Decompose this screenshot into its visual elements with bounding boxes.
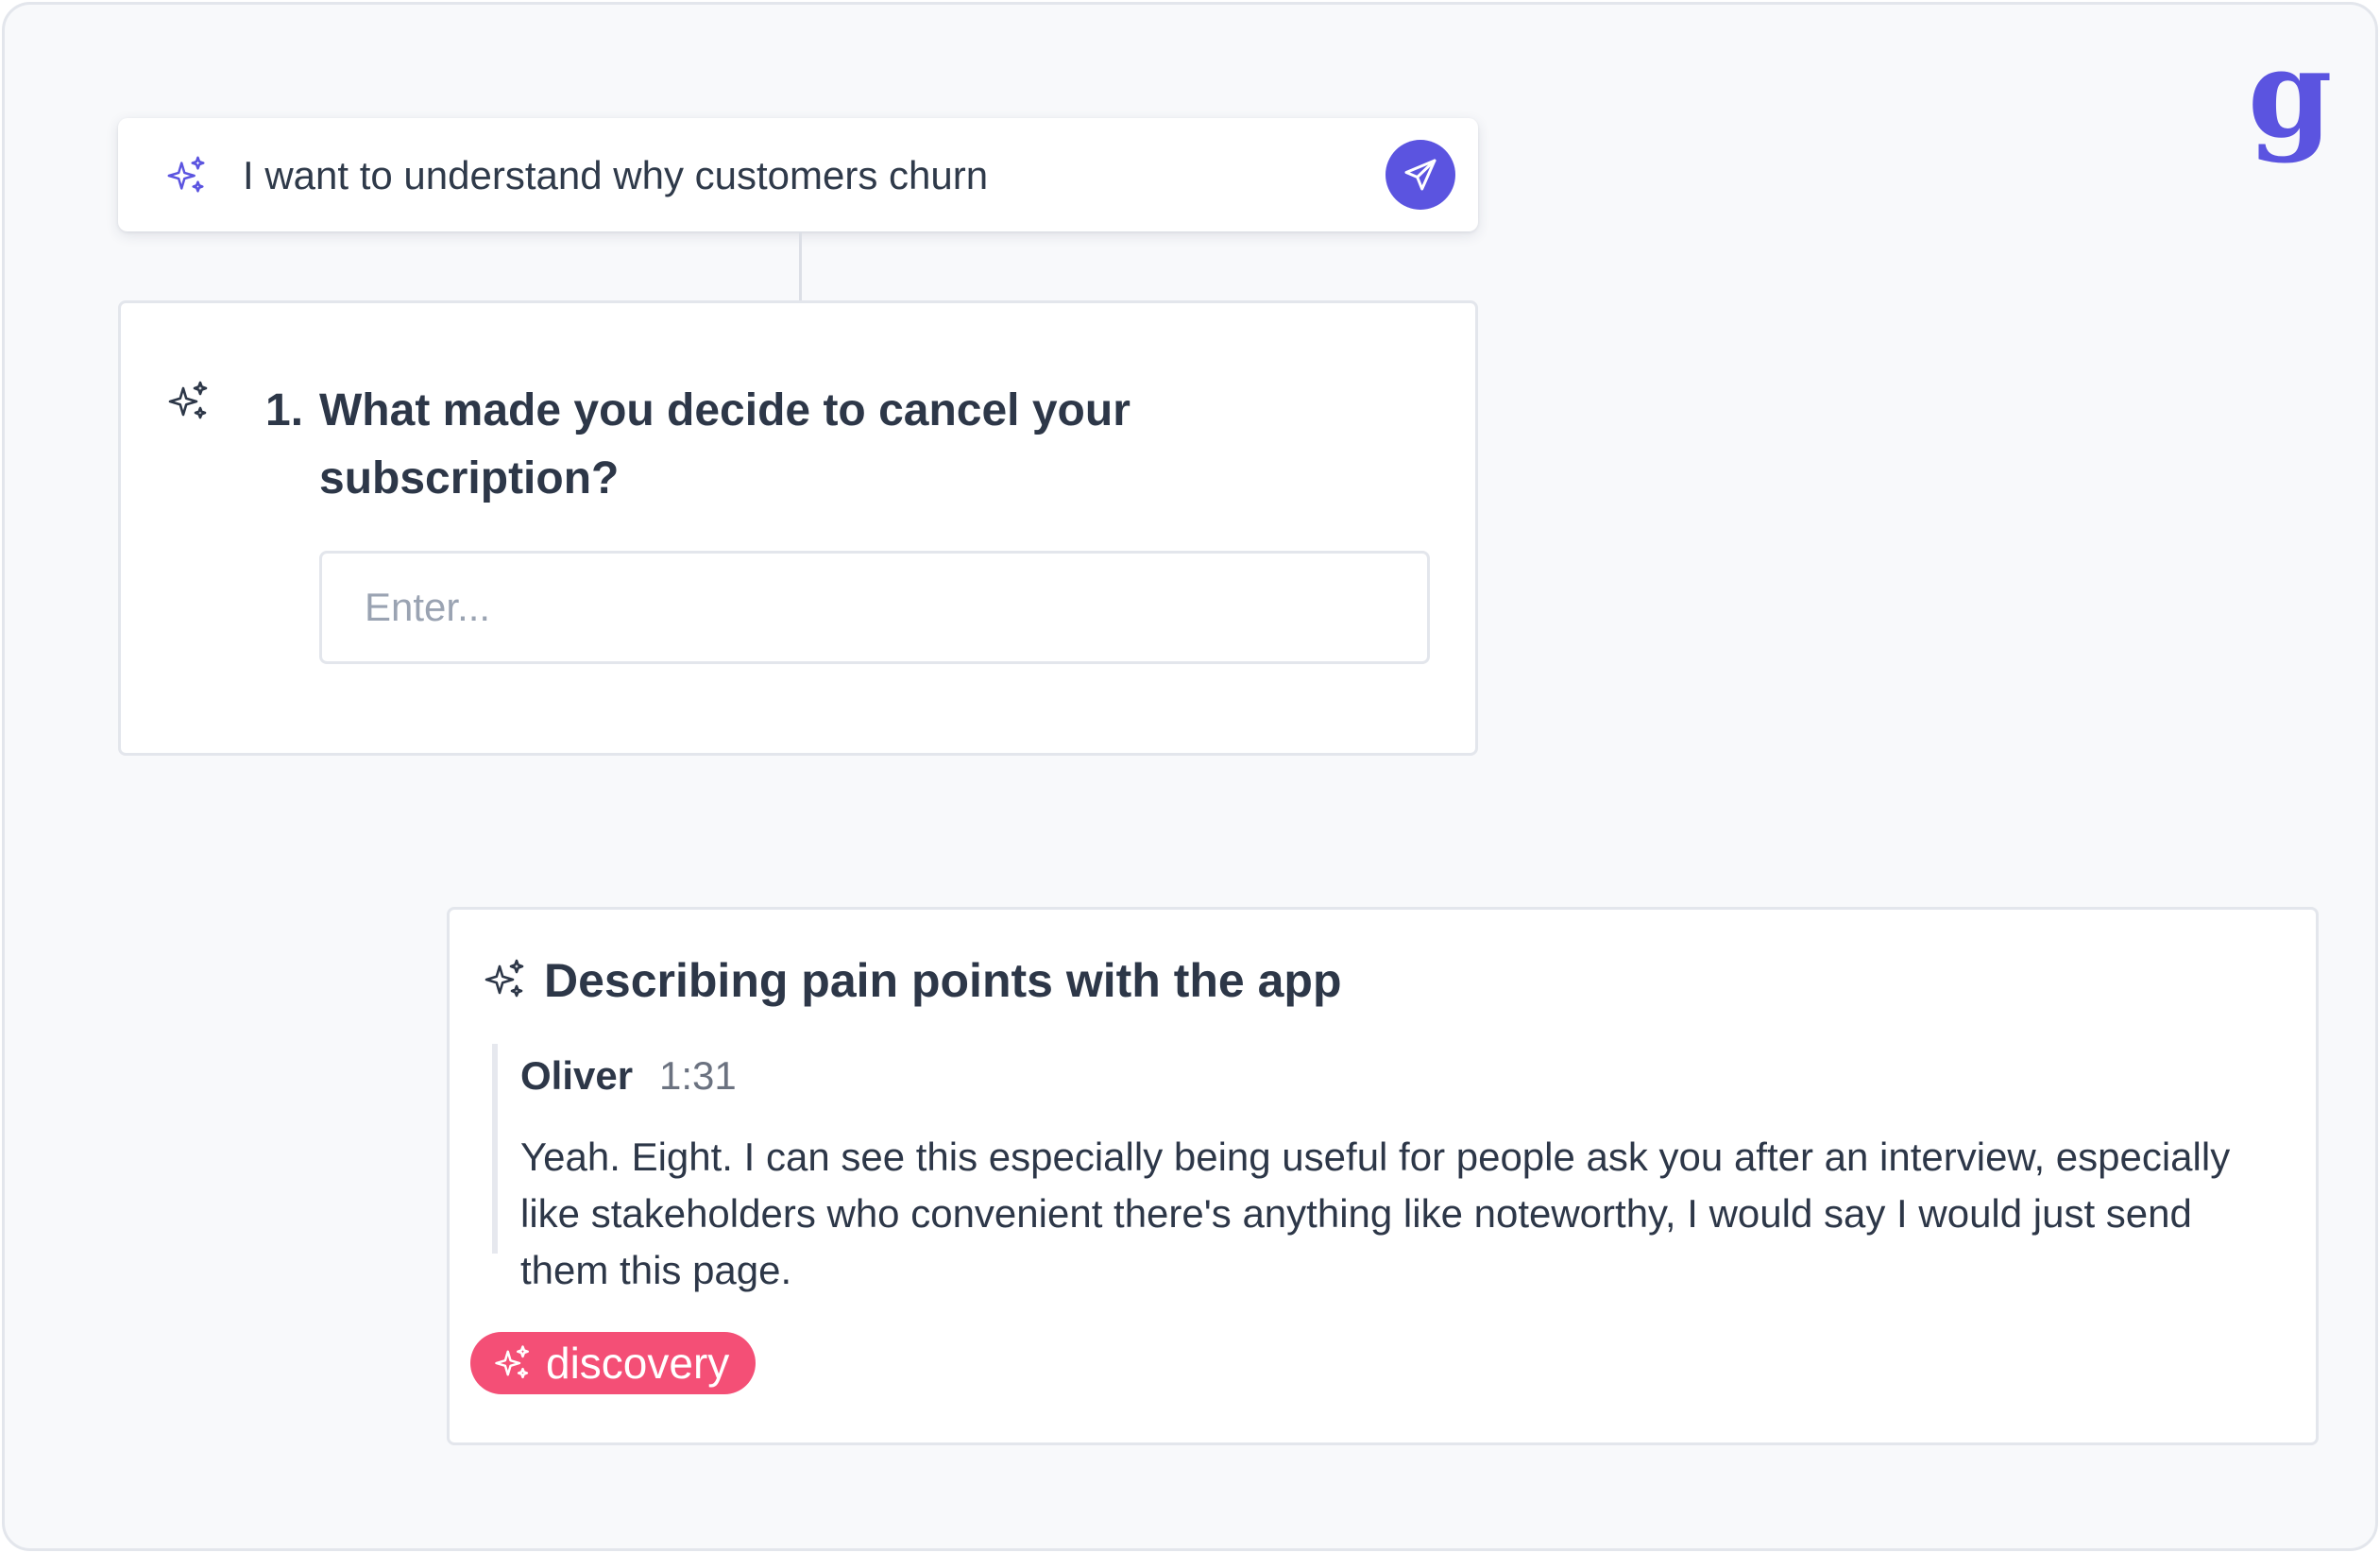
quote-timestamp[interactable]: 1:31	[659, 1050, 737, 1102]
question-number: 1.	[265, 385, 304, 435]
prompt-text[interactable]: I want to understand why customers churn	[243, 152, 988, 199]
connector-line	[799, 231, 802, 300]
tag-label: discovery	[546, 1339, 730, 1388]
sparkles-icon	[167, 156, 205, 193]
brand-logo: g	[2248, 24, 2333, 165]
question-card: 1. What made you decide to cancel your s…	[118, 300, 1478, 756]
sparkles-icon	[168, 381, 208, 419]
send-button[interactable]	[1386, 140, 1455, 210]
sparkles-icon	[484, 959, 524, 998]
prompt-bar[interactable]: I want to understand why customers churn	[118, 118, 1478, 231]
app-frame: g I want to understand why customers chu…	[2, 2, 2378, 1551]
quote-text: Yeah. Eight. I can see this especially b…	[520, 1135, 2231, 1292]
insight-title: Describing pain points with the app	[544, 954, 1342, 1007]
sparkles-icon	[495, 1345, 529, 1379]
question-text: What made you decide to cancel your subs…	[319, 385, 1130, 503]
answer-input[interactable]	[319, 551, 1430, 664]
paper-plane-icon	[1404, 159, 1436, 191]
quote-author: Oliver	[520, 1053, 634, 1098]
insight-card: Describing pain points with the app Oliv…	[447, 907, 2319, 1445]
tag-discovery[interactable]: discovery	[470, 1332, 756, 1394]
